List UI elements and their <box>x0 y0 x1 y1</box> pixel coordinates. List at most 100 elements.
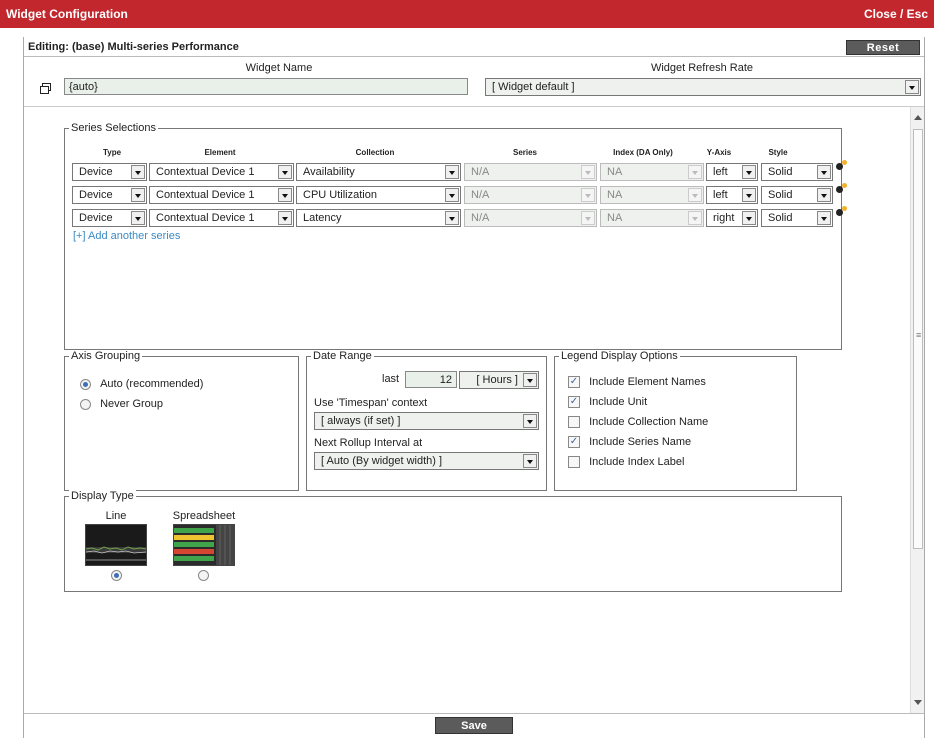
display-line-radio[interactable] <box>111 570 122 581</box>
legend-element-names-checkbox[interactable]: ✓ <box>568 376 580 389</box>
series-2-series-value: N/A <box>471 189 490 201</box>
editor-frame: Editing: (base) Multi-series Performance… <box>23 37 925 738</box>
chevron-down-icon <box>688 188 702 202</box>
series-2-style-select[interactable]: Solid <box>761 186 833 204</box>
chevron-down-icon <box>581 188 595 202</box>
scroll-thumb[interactable]: ≡ <box>913 129 923 549</box>
legend-index-label-checkbox[interactable] <box>568 456 580 469</box>
line-preview-thumbnail[interactable] <box>85 524 147 566</box>
display-type-group: Display Type Line Spreadsheet <box>64 490 842 592</box>
legend-unit-checkbox[interactable]: ✓ <box>568 396 580 409</box>
series-3-series-value: N/A <box>471 212 490 224</box>
series-3-style-select[interactable]: Solid <box>761 209 833 227</box>
col-header-y-axis: Y-Axis <box>706 148 732 157</box>
scroll-up-arrow-icon[interactable] <box>914 115 922 120</box>
date-range-legend: Date Range <box>311 350 374 362</box>
series-2-options-icon[interactable] <box>836 183 848 195</box>
legend-series-name-label: Include Series Name <box>589 436 692 448</box>
series-3-collection-value: Latency <box>303 212 342 224</box>
series-1-series-value: N/A <box>471 166 490 178</box>
refresh-rate-value: [ Widget default ] <box>492 81 575 93</box>
series-3-index-select: NA <box>600 209 704 227</box>
series-3-type-select[interactable]: Device <box>72 209 147 227</box>
chevron-down-icon <box>278 211 292 225</box>
line-preview-image <box>85 525 147 565</box>
reset-button[interactable]: Reset <box>846 40 920 55</box>
legend-index-label-option[interactable]: Include Index Label <box>568 456 685 469</box>
series-1-index-select: NA <box>600 163 704 181</box>
legend-options-group: Legend Display Options ✓ Include Element… <box>554 350 797 491</box>
scroll-down-arrow-icon[interactable] <box>914 700 922 705</box>
chevron-down-icon <box>278 165 292 179</box>
legend-collection-name-label: Include Collection Name <box>589 416 709 428</box>
series-3-type-value: Device <box>79 212 113 224</box>
series-1-element-select[interactable]: Contextual Device 1 <box>149 163 294 181</box>
rollup-label: Next Rollup Interval at <box>314 437 423 449</box>
series-2-element-select[interactable]: Contextual Device 1 <box>149 186 294 204</box>
axis-auto-radio[interactable] <box>80 378 91 390</box>
widget-name-label: Widget Name <box>245 62 313 74</box>
legend-series-name-checkbox[interactable]: ✓ <box>568 436 580 449</box>
series-3-collection-select[interactable]: Latency <box>296 209 461 227</box>
legend-collection-name-checkbox[interactable] <box>568 416 580 429</box>
series-1-type-select[interactable]: Device <box>72 163 147 181</box>
chevron-down-icon <box>445 211 459 225</box>
add-series-link[interactable]: [+] Add another series <box>73 230 180 242</box>
rollup-select[interactable]: [ Auto (By widget width) ] <box>314 452 539 470</box>
widget-name-input[interactable]: {auto} <box>64 78 468 95</box>
chevron-down-icon <box>523 373 537 387</box>
series-3-element-select[interactable]: Contextual Device 1 <box>149 209 294 227</box>
last-value-input[interactable]: 12 <box>405 371 457 388</box>
chevron-down-icon <box>688 165 702 179</box>
series-1-options-icon[interactable] <box>836 160 848 172</box>
content-area: Series Selections Type Element Collectio… <box>24 107 910 713</box>
series-2-type-select[interactable]: Device <box>72 186 147 204</box>
axis-never-option[interactable]: Never Group <box>80 398 163 410</box>
close-button[interactable]: Close / Esc <box>864 7 928 21</box>
spreadsheet-preview-thumbnail[interactable] <box>173 524 235 566</box>
legend-collection-name-option[interactable]: Include Collection Name <box>568 416 709 429</box>
col-header-style: Style <box>768 148 788 157</box>
chevron-down-icon <box>445 188 459 202</box>
series-selections-legend: Series Selections <box>69 122 158 134</box>
legend-options-legend: Legend Display Options <box>559 350 680 362</box>
series-selections-group: Series Selections Type Element Collectio… <box>64 122 847 350</box>
vertical-scrollbar[interactable]: ≡ <box>910 107 924 713</box>
chevron-down-icon <box>445 165 459 179</box>
chevron-down-icon <box>131 211 145 225</box>
series-1-collection-select[interactable]: Availability <box>296 163 461 181</box>
chevron-down-icon <box>742 211 756 225</box>
col-header-index: Index (DA Only) <box>613 148 673 157</box>
col-header-element: Element <box>204 148 236 157</box>
series-2-collection-select[interactable]: CPU Utilization <box>296 186 461 204</box>
series-1-y-axis-select[interactable]: left <box>706 163 758 181</box>
timespan-select[interactable]: [ always (if set) ] <box>314 412 539 430</box>
legend-unit-option[interactable]: ✓ Include Unit <box>568 396 648 409</box>
refresh-rate-select[interactable]: [ Widget default ] <box>485 78 921 96</box>
series-1-style-select[interactable]: Solid <box>761 163 833 181</box>
series-3-y-axis-select[interactable]: right <box>706 209 758 227</box>
series-1-index-value: NA <box>607 166 623 178</box>
legend-element-names-option[interactable]: ✓ Include Element Names <box>568 376 706 389</box>
save-button[interactable]: Save <box>435 717 513 734</box>
popout-icon[interactable] <box>40 83 51 94</box>
time-unit-select[interactable]: [ Hours ] <box>459 371 539 389</box>
legend-index-label-label: Include Index Label <box>589 456 685 468</box>
axis-auto-option[interactable]: Auto (recommended) <box>80 378 203 390</box>
axis-never-radio[interactable] <box>80 398 91 410</box>
series-1-collection-value: Availability <box>303 166 355 178</box>
series-2-y-axis-select[interactable]: left <box>706 186 758 204</box>
display-spreadsheet-radio[interactable] <box>198 570 209 581</box>
series-1-y-axis-value: left <box>713 166 728 178</box>
last-label: last <box>382 373 400 385</box>
editing-title: Editing: (base) Multi-series Performance <box>28 41 239 53</box>
col-header-series: Series <box>512 148 538 157</box>
legend-series-name-option[interactable]: ✓ Include Series Name <box>568 436 692 449</box>
legend-unit-label: Include Unit <box>589 396 648 408</box>
series-3-options-icon[interactable] <box>836 206 848 218</box>
chevron-down-icon <box>742 165 756 179</box>
chevron-down-icon <box>905 80 919 94</box>
chevron-down-icon <box>581 211 595 225</box>
chevron-down-icon <box>523 414 537 428</box>
axis-auto-label: Auto (recommended) <box>100 378 204 390</box>
